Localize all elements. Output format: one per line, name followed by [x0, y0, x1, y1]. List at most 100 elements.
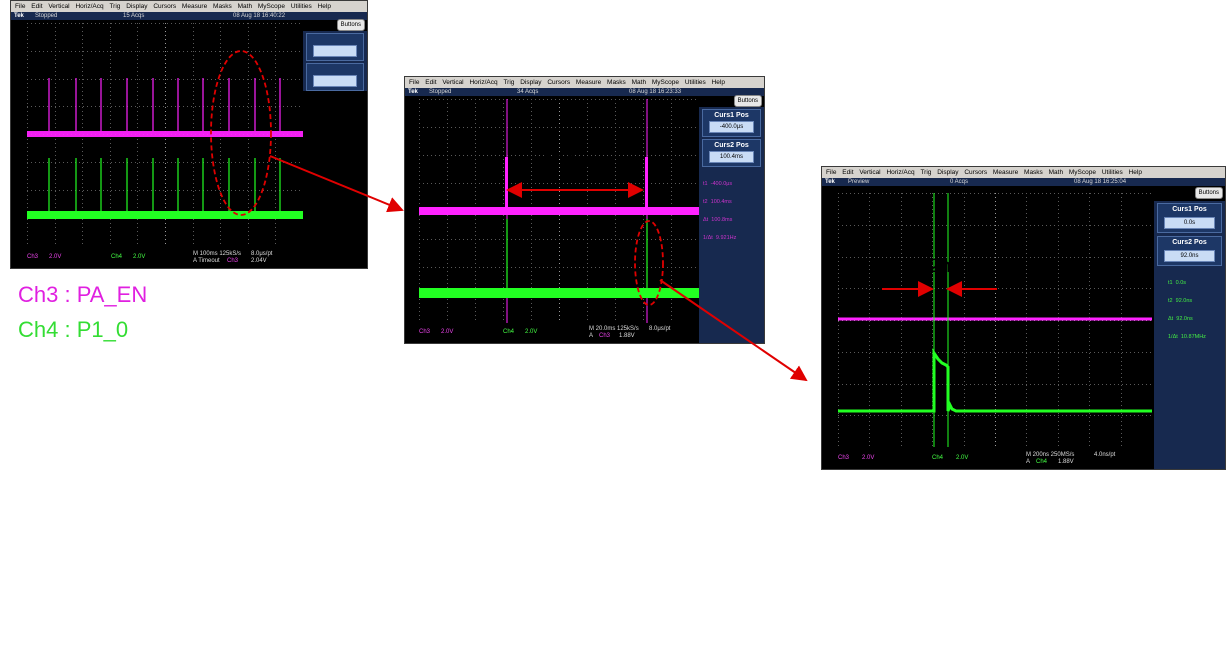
resolution: 8.0μs/pt	[251, 251, 273, 257]
ch4-scale: 2.0V	[133, 254, 146, 260]
trigger-channel: Ch3	[227, 258, 239, 264]
run-state: Stopped	[429, 89, 452, 95]
curs2-pos-value: 100.4ms	[709, 151, 754, 163]
menu-utilities[interactable]: Utilities	[1102, 169, 1123, 176]
menu-cursors[interactable]: Cursors	[964, 169, 987, 176]
menu-masks[interactable]: Masks	[607, 79, 626, 86]
menu-help[interactable]: Help	[712, 79, 725, 86]
menu-masks[interactable]: Masks	[1024, 169, 1043, 176]
menu-vertical[interactable]: Vertical	[859, 169, 880, 176]
ch4-scale: 2.0V	[525, 329, 538, 335]
menu-cursors[interactable]: Cursors	[547, 79, 570, 86]
menu-math[interactable]: Math	[632, 79, 646, 86]
menu-edit[interactable]: Edit	[842, 169, 853, 176]
curs2-pos-button[interactable]: Curs2 Pos 92.0ns	[1157, 236, 1222, 266]
acq-count: 0 Acqs	[950, 179, 969, 185]
menu-edit[interactable]: Edit	[425, 79, 436, 86]
timebase: M 100ms 125kS/s	[193, 251, 242, 257]
curs1-pos-button[interactable]: Curs1 Pos 0.0s	[1157, 203, 1222, 233]
readout-freq-value: 10.87MHz	[1180, 334, 1206, 340]
menu-masks[interactable]: Masks	[213, 3, 232, 10]
ch3-label: Ch3	[27, 254, 39, 260]
cursor-readout: t1 0.0s t2 92.0ns Δt 92.0ns 1/Δt 10.87MH…	[1168, 268, 1206, 352]
acq-count: 15 Acqs	[123, 13, 145, 19]
menu-measure[interactable]: Measure	[576, 79, 601, 86]
menu-utilities[interactable]: Utilities	[291, 3, 312, 10]
buttons-button[interactable]: Buttons	[733, 95, 762, 107]
curs1-pos-label: Curs1 Pos	[714, 112, 749, 119]
side-panel	[303, 31, 367, 91]
menu-edit[interactable]: Edit	[31, 3, 42, 10]
status-readout: Ch3 2.0V Ch4 2.0V M 20.0ms 125kS/s 8.0μs…	[405, 325, 764, 343]
menu-horiz-acq[interactable]: Horiz/Acq	[886, 169, 914, 176]
curs2-pos-label: Curs2 Pos	[1172, 239, 1207, 246]
menu-display[interactable]: Display	[520, 79, 541, 86]
ch4-label: Ch4	[932, 455, 944, 461]
side-button-2-value	[313, 75, 357, 87]
menu-utilities[interactable]: Utilities	[685, 79, 706, 86]
menu-file[interactable]: File	[15, 3, 25, 10]
menu-bar: File Edit Vertical Horiz/Acq Trig Displa…	[405, 77, 764, 88]
menu-display[interactable]: Display	[937, 169, 958, 176]
menu-trig[interactable]: Trig	[503, 79, 514, 86]
ch3-label: Ch3	[838, 455, 850, 461]
graticule-display	[27, 23, 303, 245]
menu-bar: File Edit Vertical Horiz/Acq Trig Displa…	[11, 1, 367, 12]
readout-t2-label: t2	[1168, 298, 1173, 304]
buttons-button[interactable]: Buttons	[1194, 187, 1223, 199]
curs1-pos-value: 0.0s	[1164, 217, 1215, 229]
menu-vertical[interactable]: Vertical	[442, 79, 463, 86]
menu-cursors[interactable]: Cursors	[153, 3, 176, 10]
side-button-2[interactable]	[306, 63, 364, 91]
curs2-pos-button[interactable]: Curs2 Pos 100.4ms	[702, 139, 761, 167]
tek-logo: Tek	[14, 13, 24, 19]
side-button-1[interactable]	[306, 33, 364, 61]
menu-measure[interactable]: Measure	[993, 169, 1018, 176]
menu-trig[interactable]: Trig	[920, 169, 931, 176]
readout-t2-label: t2	[703, 199, 708, 205]
readout-t1-value: -400.0μs	[710, 181, 733, 187]
menu-myscope[interactable]: MyScope	[1069, 169, 1096, 176]
menu-horiz-acq[interactable]: Horiz/Acq	[75, 3, 103, 10]
trigger-mode: A	[1026, 459, 1031, 465]
menu-help[interactable]: Help	[318, 3, 331, 10]
readout-dt-label: Δt	[703, 217, 709, 223]
readout-t1-label: t1	[703, 181, 708, 187]
menu-math[interactable]: Math	[238, 3, 252, 10]
ch3-pulse-2	[645, 157, 648, 207]
ch3-scale: 2.0V	[862, 455, 875, 461]
menu-horiz-acq[interactable]: Horiz/Acq	[469, 79, 497, 86]
menu-trig[interactable]: Trig	[109, 3, 120, 10]
menu-help[interactable]: Help	[1129, 169, 1142, 176]
ch3-scale: 2.0V	[49, 254, 62, 260]
annotation-92ns: 92ns	[919, 256, 961, 277]
menu-file[interactable]: File	[409, 79, 419, 86]
curs1-pos-value: -400.0μs	[709, 121, 754, 133]
curs1-pos-label: Curs1 Pos	[1172, 206, 1207, 213]
readout-t1-value: 0.0s	[1175, 280, 1187, 286]
trigger-channel: Ch4	[1036, 459, 1048, 465]
menu-display[interactable]: Display	[126, 3, 147, 10]
trigger-mode: A	[589, 333, 594, 339]
ch4-label: Ch4	[111, 254, 123, 260]
buttons-button[interactable]: Buttons	[336, 19, 365, 31]
readout-dt-label: Δt	[1168, 316, 1174, 322]
run-state: Stopped	[35, 13, 58, 19]
date-time: 08 Aug 18 16:40:22	[233, 13, 286, 19]
menu-file[interactable]: File	[826, 169, 836, 176]
annotation-100ms: 100ms	[542, 151, 600, 172]
readout-t1-label: t1	[1168, 280, 1173, 286]
legend-ch4: Ch4 : P1_0	[18, 317, 129, 342]
menu-vertical[interactable]: Vertical	[48, 3, 69, 10]
menu-myscope[interactable]: MyScope	[258, 3, 285, 10]
resolution: 4.0ns/pt	[1094, 452, 1116, 458]
ch4-label: Ch4	[503, 329, 515, 335]
side-panel: Curs1 Pos -400.0μs Curs2 Pos 100.4ms t1 …	[699, 107, 764, 343]
readout-freq-value: 9.921Hz	[715, 235, 737, 241]
tek-logo: Tek	[825, 179, 835, 185]
curs2-pos-label: Curs2 Pos	[714, 142, 749, 149]
curs1-pos-button[interactable]: Curs1 Pos -400.0μs	[702, 109, 761, 137]
menu-measure[interactable]: Measure	[182, 3, 207, 10]
menu-math[interactable]: Math	[1049, 169, 1063, 176]
menu-myscope[interactable]: MyScope	[652, 79, 679, 86]
